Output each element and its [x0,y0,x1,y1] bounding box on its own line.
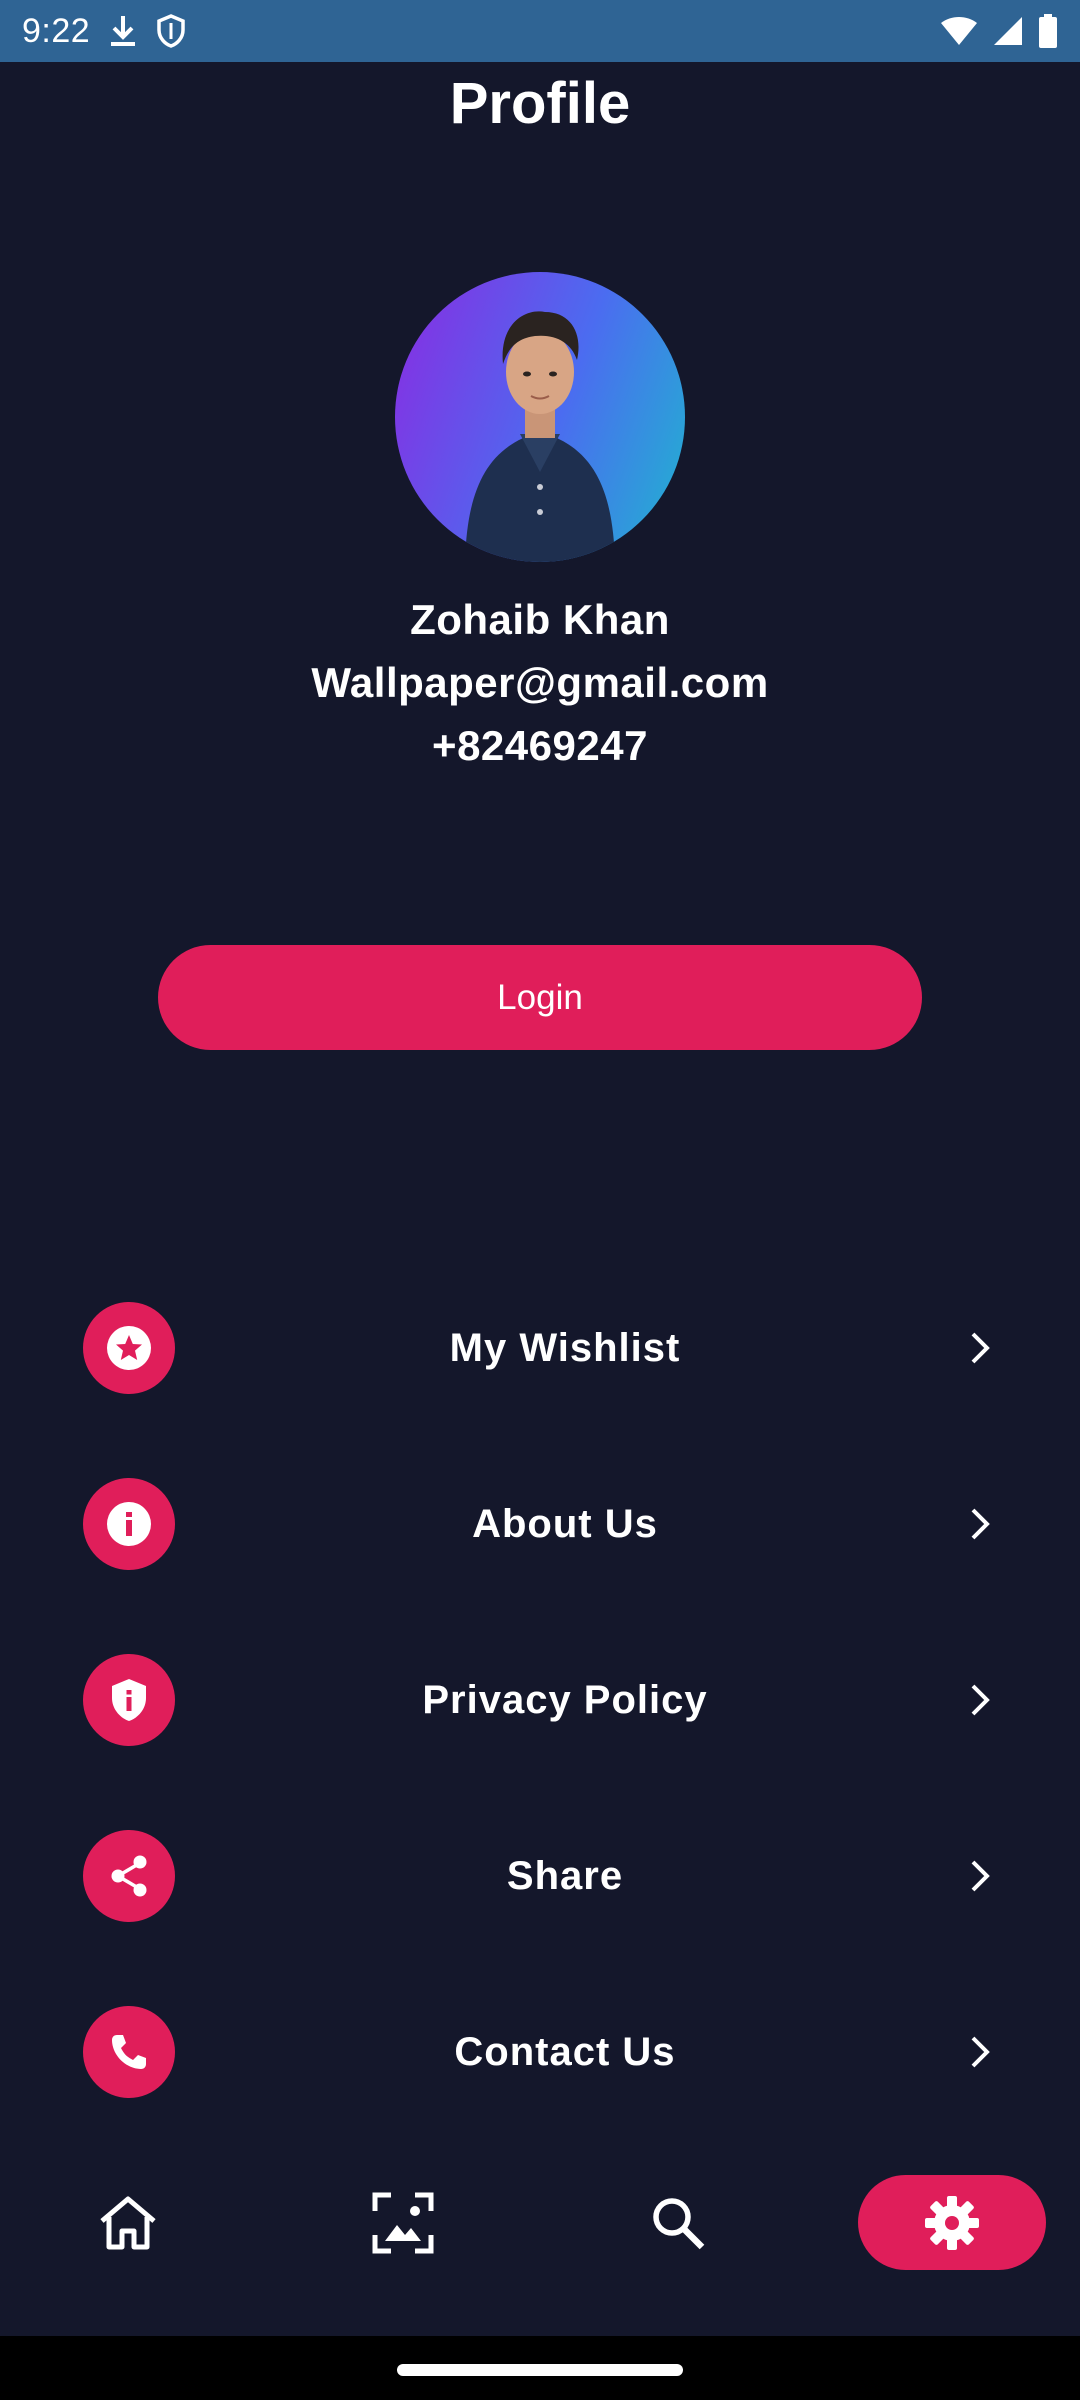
page-title: Profile [449,71,631,136]
profile-email: Wallpaper@gmail.com [311,659,769,706]
chevron-right-icon [971,1860,990,1892]
nav-settings[interactable] [858,2175,1046,2270]
menu-item-label: Privacy Policy [422,1677,708,1722]
info-icon [107,1502,151,1546]
menu-item-wishlist[interactable]: My Wishlist [0,1302,1080,1478]
nav-wallpapers[interactable] [355,2175,450,2270]
menu-item-contact-us[interactable]: Contact Us [0,2006,1080,2182]
bottom-nav [0,2175,1080,2285]
menu-item-privacy-policy[interactable]: Privacy Policy [0,1654,1080,1830]
home-gesture-handle[interactable] [397,2364,683,2376]
phone-icon [112,2035,146,2069]
menu-item-label: About Us [472,1501,658,1546]
settings-icon [925,2195,979,2250]
chevron-right-icon [971,1332,990,1364]
profile-phone: +82469247 [432,722,648,769]
home-icon [99,2196,156,2249]
login-button[interactable]: Login [158,945,922,1050]
menu-item-label: My Wishlist [449,1325,681,1370]
download-icon [108,14,138,48]
menu-item-share[interactable]: Share [0,1830,1080,2006]
settings-menu: My Wishlist About Us Privacy Policy Shar… [0,1302,1080,2182]
menu-item-label: Contact Us [454,2029,676,2074]
signal-icon [992,15,1024,47]
wallpaper-icon [372,2192,433,2253]
status-time: 9:22 [22,11,91,50]
chevron-right-icon [971,1684,990,1716]
menu-item-about-us[interactable]: About Us [0,1478,1080,1654]
shield-icon [156,14,186,48]
avatar[interactable] [395,272,685,562]
profile-name: Zohaib Khan [410,596,670,643]
profile-info: Zohaib Khan Wallpaper@gmail.com +8246924… [0,588,1080,777]
chevron-right-icon [971,1508,990,1540]
system-nav-bar [0,2336,1080,2400]
wifi-icon [940,15,978,47]
share-icon [111,1855,147,1897]
nav-home[interactable] [80,2175,175,2270]
status-bar: 9:22 [0,0,1080,62]
menu-item-label: Share [506,1853,624,1898]
star-icon [107,1326,151,1370]
search-icon [652,2197,704,2249]
chevron-right-icon [971,2036,990,2068]
privacy-shield-icon [112,1679,146,1721]
battery-icon [1038,14,1058,48]
nav-search[interactable] [630,2175,725,2270]
